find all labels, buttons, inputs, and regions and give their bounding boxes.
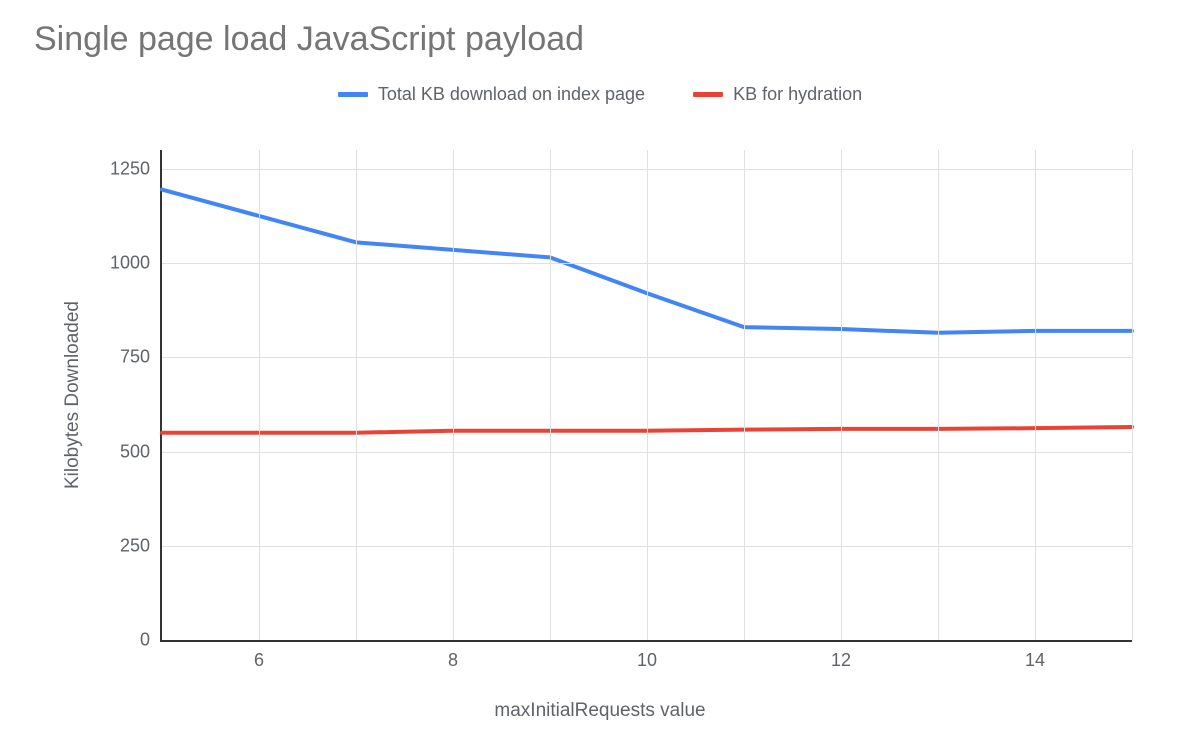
gridline-vertical	[744, 150, 745, 640]
gridline-horizontal	[162, 452, 1132, 453]
gridline-vertical	[453, 150, 454, 640]
y-tick-label: 500	[120, 441, 162, 462]
x-tick-label: 8	[448, 640, 458, 671]
x-tick-label: 12	[831, 640, 851, 671]
y-tick-label: 0	[140, 630, 162, 651]
y-tick-label: 250	[120, 535, 162, 556]
legend-label: KB for hydration	[733, 84, 862, 105]
gridline-horizontal	[162, 546, 1132, 547]
x-tick-label: 10	[637, 640, 657, 671]
gridline-horizontal	[162, 169, 1132, 170]
x-axis-title: maxInitialRequests value	[0, 700, 1200, 722]
x-tick-label: 6	[254, 640, 264, 671]
legend-item-total: Total KB download on index page	[338, 84, 645, 105]
gridline-vertical	[356, 150, 357, 640]
plot-area: 02505007501000125068101214	[160, 150, 1132, 642]
legend-label: Total KB download on index page	[378, 84, 645, 105]
gridline-vertical	[1035, 150, 1036, 640]
gridline-vertical	[550, 150, 551, 640]
gridline-vertical	[841, 150, 842, 640]
gridline-horizontal	[162, 357, 1132, 358]
chart-container: Single page load JavaScript payload Tota…	[0, 0, 1200, 742]
chart-title: Single page load JavaScript payload	[34, 20, 584, 59]
gridline-vertical	[647, 150, 648, 640]
y-axis-title: Kilobytes Downloaded	[62, 301, 84, 489]
gridline-vertical	[259, 150, 260, 640]
legend-swatch-red-icon	[693, 92, 723, 97]
y-tick-label: 1000	[110, 253, 162, 274]
gridline-horizontal	[162, 263, 1132, 264]
x-tick-label: 14	[1025, 640, 1045, 671]
y-tick-label: 750	[120, 347, 162, 368]
legend: Total KB download on index page KB for h…	[0, 84, 1200, 105]
legend-item-hydration: KB for hydration	[693, 84, 862, 105]
y-tick-label: 1250	[110, 158, 162, 179]
gridline-vertical	[1132, 150, 1133, 640]
legend-swatch-blue-icon	[338, 92, 368, 97]
gridline-vertical	[938, 150, 939, 640]
